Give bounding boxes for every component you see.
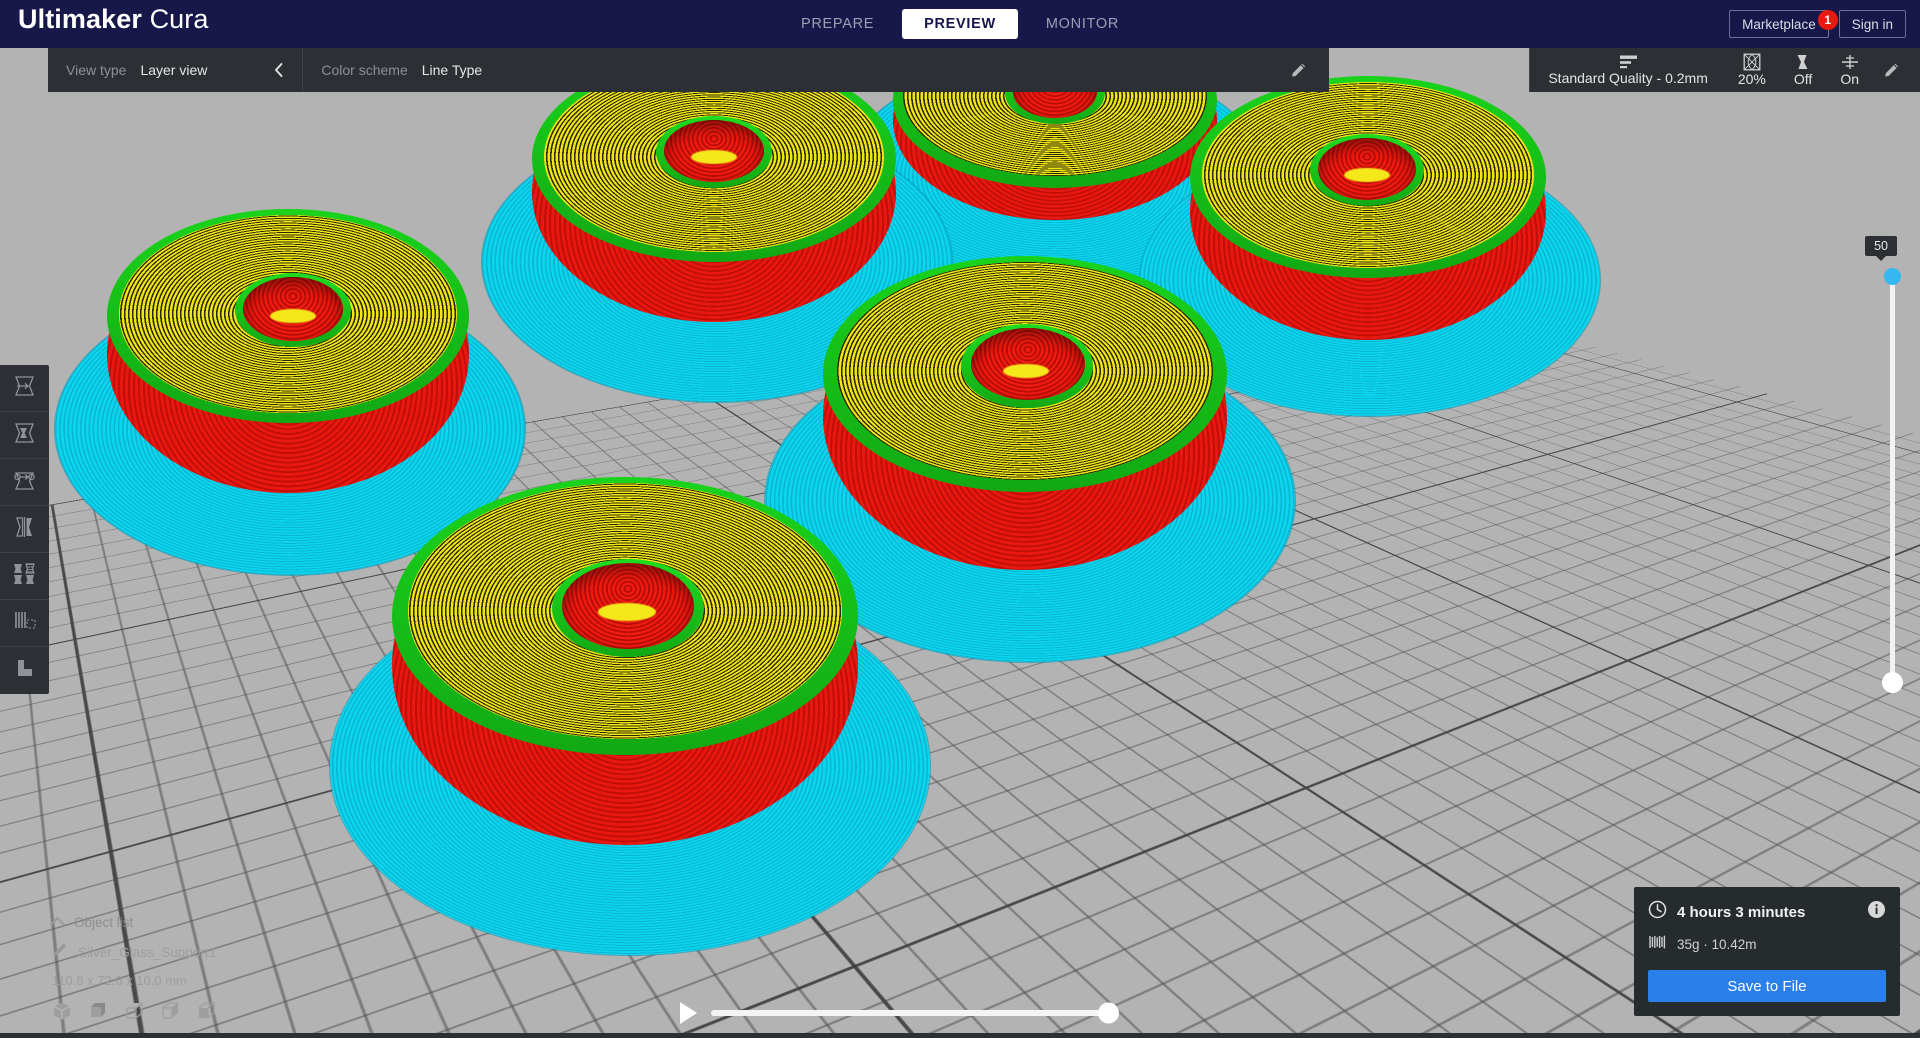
account-area: Marketplace 1 Sign in [1729,0,1906,48]
3d-viewport[interactable] [0,0,1920,1038]
layer-slider-value-tooltip: 50 [1865,236,1897,256]
view-type-label: View type [66,62,127,78]
per-model-settings-tool[interactable] [0,553,49,600]
move-icon [11,374,38,403]
color-scheme-section[interactable]: Color scheme Line Type [303,48,500,92]
mirror-tool[interactable] [0,506,49,553]
color-scheme-value: Line Type [421,62,483,78]
spool-icon [1648,933,1667,956]
print-time-value: 4 hours 3 minutes [1677,903,1806,921]
adhesion-icon [1840,53,1859,71]
sliced-model-group [0,0,1920,1038]
scale-tool[interactable] [0,412,49,459]
view-3d-icon[interactable] [52,1001,72,1026]
chevron-up-icon[interactable] [49,916,66,933]
per-model-settings-icon [11,562,39,591]
material-usage-row: 35g · 10.42m [1648,933,1886,956]
view-top-icon[interactable] [124,1001,144,1026]
infill-value: 20% [1737,71,1766,87]
infill-section[interactable]: 20% [1724,53,1780,87]
layer-slider-lower-handle[interactable] [1882,672,1903,693]
application-top-bar: Ultimaker Cura PREPARE PREVIEW MONITOR M… [0,0,1920,48]
object-list-title: Object list [74,915,134,930]
list-item[interactable]: Silver_Glass_Support1 [52,942,312,963]
move-tool[interactable] [0,365,49,412]
path-slider-handle[interactable] [1098,1002,1119,1024]
view-settings-bar: View type Layer view Color scheme Line T… [48,48,1330,92]
stage-tabs: PREPARE PREVIEW MONITOR [779,0,1141,48]
support-value: Off [1793,71,1813,87]
view-settings-spacer [500,48,1290,92]
pencil-icon[interactable] [1883,62,1900,79]
object-list-header[interactable]: Object list [49,915,312,933]
support-blocker-icon [11,609,38,638]
path-slider-track[interactable] [711,1002,1119,1024]
profile-section[interactable]: Standard Quality - 0.2mm [1530,54,1724,86]
color-scheme-label: Color scheme [321,62,408,78]
layer-slider-track[interactable] [1890,278,1895,678]
support-section[interactable]: Off [1780,53,1826,87]
scale-icon [11,421,38,450]
color-scheme-edit-section[interactable] [1290,48,1329,92]
pencil-icon[interactable] [52,942,68,963]
view-front-icon[interactable] [88,1001,108,1026]
info-icon[interactable] [1867,900,1886,924]
material-usage-value: 35g · 10.42m [1677,937,1757,952]
print-job-information-panel: 4 hours 3 minutes 35g · 10.42m Save to F… [1634,887,1900,1016]
object-dimensions: 110.8 x 72.6 x 10.0 mm [52,973,187,988]
brand-name-bold: Ultimaker [18,4,142,34]
clock-icon [1648,900,1667,924]
app-logo: Ultimaker Cura [18,4,209,35]
marketplace-button[interactable]: Marketplace [1729,10,1829,38]
path-slider[interactable] [680,1000,1119,1026]
view-right-icon[interactable] [196,1001,216,1026]
pencil-icon[interactable] [1290,62,1307,79]
infill-icon [1738,53,1766,71]
adhesion-value: On [1840,71,1859,87]
chevron-left-icon[interactable] [273,62,284,78]
view-type-section[interactable]: View type Layer view [48,48,302,92]
support-blocker-tool[interactable] [0,600,49,647]
adhesion-section[interactable]: On [1826,53,1873,87]
rotate-icon [11,468,38,497]
save-to-file-button[interactable]: Save to File [1648,970,1886,1002]
support-icon [1794,53,1812,71]
print-settings-bar: Standard Quality - 0.2mm 20% Off On [1529,48,1920,92]
layer-slider-upper-handle[interactable]: 50 [1865,236,1901,285]
profile-value: Standard Quality - 0.2mm [1548,70,1708,86]
marketplace-wrapper: Marketplace 1 [1729,10,1838,38]
camera-view-buttons [52,1001,312,1026]
model-tools-sidebar [0,365,49,694]
print-settings-edit-section[interactable] [1873,62,1920,79]
view-left-icon[interactable] [160,1001,180,1026]
object-list-panel: Object list Silver_Glass_Support1 110.8 … [49,915,312,1026]
tab-preview[interactable]: PREVIEW [902,9,1018,39]
mirror-icon [11,515,38,544]
play-icon[interactable] [680,1002,697,1024]
rotate-tool[interactable] [0,459,49,506]
bottom-status-strip [0,1033,1920,1038]
brand-name-light: Cura [149,4,209,34]
view-type-value: Layer view [140,62,208,78]
tab-prepare[interactable]: PREPARE [779,9,896,39]
tab-monitor[interactable]: MONITOR [1024,9,1141,39]
object-name: Silver_Glass_Support1 [78,945,217,960]
print-time-row: 4 hours 3 minutes [1648,900,1886,924]
custom-supports-icon [11,656,38,685]
layer-slider[interactable]: 50 [1865,236,1905,693]
sign-in-button[interactable]: Sign in [1838,10,1906,38]
cura-application-window: Ultimaker Cura PREPARE PREVIEW MONITOR M… [0,0,1920,1038]
sliced-model-piece [330,477,930,955]
marketplace-badge: 1 [1817,10,1838,30]
custom-supports-tool[interactable] [0,647,49,694]
layer-height-icon [1548,54,1708,70]
